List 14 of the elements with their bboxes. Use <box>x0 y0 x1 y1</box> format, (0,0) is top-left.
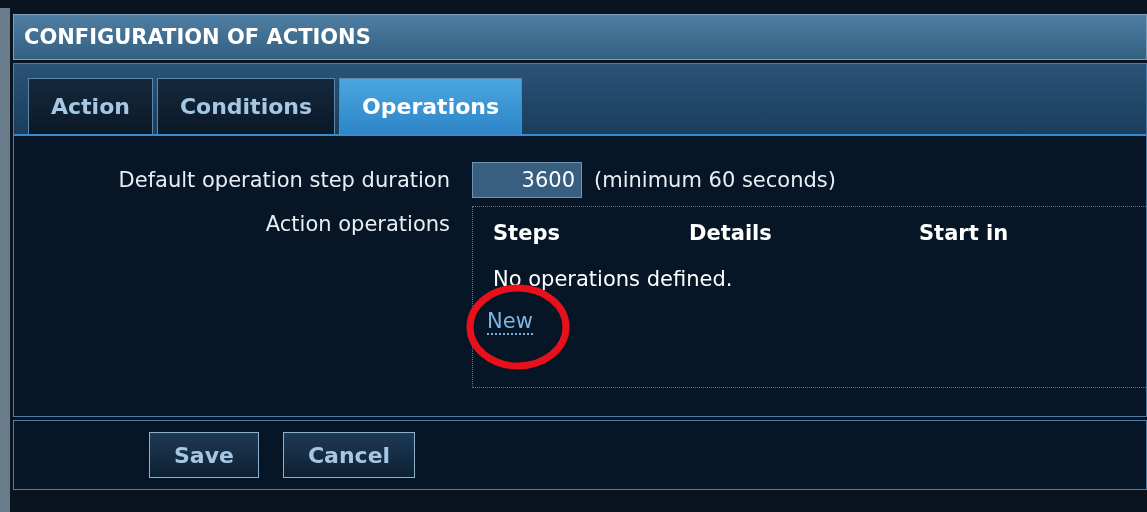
empty-message: No operations defined. <box>493 267 734 291</box>
field-label: Default operation step duration <box>117 167 450 194</box>
save-button[interactable]: Save <box>149 432 259 478</box>
cancel-button[interactable]: Cancel <box>282 432 416 478</box>
window-title: CONFIGURATION OF ACTIONS <box>24 25 371 49</box>
column-header: Details <box>689 221 773 245</box>
tab[interactable]: Action <box>28 78 153 134</box>
duration-field[interactable]: 3600 <box>472 162 582 198</box>
tab[interactable]: Conditions <box>156 78 336 134</box>
hint-text: (minimum 60 seconds) <box>594 168 836 192</box>
column-header: Steps <box>493 221 561 245</box>
field-label: Action operations <box>264 211 450 238</box>
new-link[interactable]: New <box>487 309 533 335</box>
column-header: Start in <box>919 221 1010 245</box>
